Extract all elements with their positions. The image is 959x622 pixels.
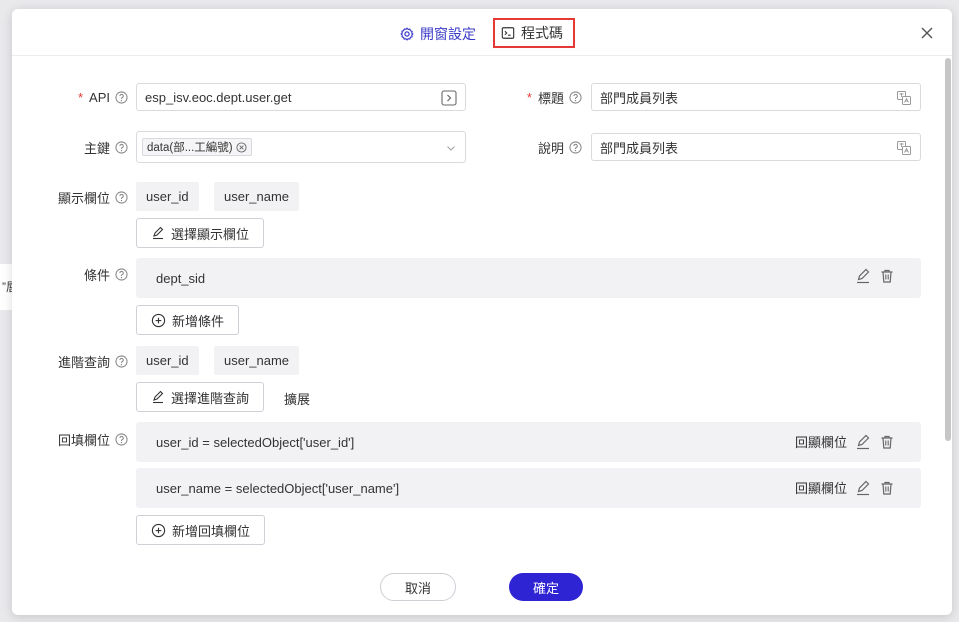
advanced-query-label-text: 進階查詢 <box>57 354 110 370</box>
add-fill-back-label: 新增回填欄位 <box>172 523 251 539</box>
primary-key-label-text: 主鍵 <box>83 140 110 156</box>
select-display-fields-label: 選擇顯示欄位 <box>171 226 250 242</box>
edit-icon <box>153 226 164 240</box>
cancel-button[interactable]: 取消 <box>380 573 456 601</box>
remove-chip-icon[interactable] <box>236 141 247 153</box>
api-input-value: esp_isv.eoc.dept.user.get <box>145 89 292 105</box>
echo-field-tag: 回顯欄位 <box>794 435 847 450</box>
condition-row-actions <box>855 268 895 284</box>
help-icon[interactable] <box>115 267 128 281</box>
tab-window-settings-label: 開窗設定 <box>420 26 476 42</box>
title-label: * 標題 <box>492 87 582 107</box>
edit-icon[interactable] <box>855 268 871 284</box>
plus-circle-icon <box>151 313 166 327</box>
title-input[interactable]: 部門成員列表 <box>591 83 921 111</box>
scrollbar-thumb[interactable] <box>945 58 951 441</box>
select-advanced-query-label: 選擇進階查詢 <box>171 390 250 406</box>
required-mark: * <box>77 89 84 105</box>
echo-field-tag: 回顯欄位 <box>794 481 847 496</box>
advanced-query-tag: user_name <box>214 346 300 375</box>
fill-back-row-text: user_name = selectedObject['user_name'] <box>156 480 400 496</box>
description-input[interactable]: 部門成員列表 <box>591 133 921 161</box>
help-icon[interactable] <box>115 432 128 446</box>
tab-window-settings[interactable]: 開窗設定 <box>400 21 476 47</box>
description-label-text: 說明 <box>537 140 564 156</box>
display-field-tag-text: user_id <box>146 189 189 204</box>
advanced-query-tag-text: user_id <box>146 353 189 368</box>
display-fields-label: 顯示欄位 <box>32 187 128 207</box>
required-mark: * <box>526 89 532 105</box>
add-condition-label: 新增條件 <box>172 313 225 329</box>
api-label: * API <box>52 87 128 107</box>
help-icon[interactable] <box>569 90 582 104</box>
display-field-tag: user_name <box>214 182 300 211</box>
dialog: 開窗設定 程式碼 * API esp_isv.eoc.dept.user.get… <box>12 9 952 615</box>
advanced-query-label: 進階查詢 <box>32 351 128 371</box>
help-icon[interactable] <box>115 354 128 368</box>
fill-back-row: user_id = selectedObject['user_id'] 回顯欄位 <box>136 422 921 462</box>
advanced-query-tag-text: user_name <box>224 353 290 368</box>
fill-back-row-actions: 回顯欄位 <box>795 432 895 451</box>
conditions-label: 條件 <box>52 264 128 284</box>
primary-key-select[interactable]: data(部...工編號) <box>136 131 466 163</box>
api-input[interactable]: esp_isv.eoc.dept.user.get <box>136 83 466 111</box>
plus-circle-icon <box>151 523 166 537</box>
gear-icon <box>400 27 414 41</box>
confirm-button[interactable]: 確定 <box>509 573 583 601</box>
display-field-tag-text: user_name <box>224 189 290 204</box>
trash-icon[interactable] <box>879 480 895 496</box>
help-icon[interactable] <box>115 190 128 204</box>
add-condition-button[interactable]: 新增條件 <box>136 305 240 335</box>
edit-icon[interactable] <box>855 434 871 450</box>
primary-key-chip: data(部...工編號) <box>142 138 252 156</box>
title-input-value: 部門成員列表 <box>600 90 679 106</box>
dialog-body: * API esp_isv.eoc.dept.user.get * 標題 部門成… <box>12 57 942 549</box>
display-field-tag: user_id <box>136 182 199 211</box>
edit-icon[interactable] <box>855 480 871 496</box>
tab-code[interactable]: 程式碼 <box>493 18 575 48</box>
title-label-text: 標題 <box>537 90 564 106</box>
fill-back-row-text: user_id = selectedObject['user_id'] <box>156 434 355 450</box>
conditions-label-text: 條件 <box>83 267 110 283</box>
primary-key-label: 主鍵 <box>52 137 128 157</box>
help-icon[interactable] <box>115 140 128 154</box>
chevron-down-icon <box>447 146 455 151</box>
code-picker-icon[interactable] <box>441 90 457 106</box>
help-icon[interactable] <box>569 140 582 154</box>
help-icon[interactable] <box>115 90 128 104</box>
translate-icon[interactable] <box>896 140 912 156</box>
fill-back-row: user_name = selectedObject['user_name'] … <box>136 468 921 508</box>
dialog-footer: 取消 確定 <box>12 549 952 615</box>
description-input-value: 部門成員列表 <box>600 140 679 156</box>
extend-link[interactable]: 擴展 <box>284 389 310 408</box>
select-display-fields-button[interactable]: 選擇顯示欄位 <box>136 218 265 248</box>
trash-icon[interactable] <box>879 268 895 284</box>
fill-back-label: 回填欄位 <box>32 429 128 449</box>
fill-back-label-text: 回填欄位 <box>57 432 110 448</box>
dialog-header: 開窗設定 程式碼 <box>12 9 952 56</box>
advanced-query-tag: user_id <box>136 346 199 375</box>
description-label: 說明 <box>492 137 582 157</box>
trash-icon[interactable] <box>879 434 895 450</box>
translate-icon[interactable] <box>896 90 912 106</box>
close-icon[interactable] <box>920 26 934 40</box>
condition-row-text: dept_sid <box>156 270 206 286</box>
primary-key-chip-text: data(部...工編號) <box>147 142 233 154</box>
edit-icon <box>153 390 164 404</box>
condition-row: dept_sid <box>136 258 921 298</box>
display-fields-label-text: 顯示欄位 <box>57 190 110 206</box>
fill-back-row-actions: 回顯欄位 <box>795 478 895 497</box>
select-advanced-query-button[interactable]: 選擇進階查詢 <box>136 382 265 412</box>
add-fill-back-button[interactable]: 新增回填欄位 <box>136 515 266 545</box>
api-label-text: API <box>89 89 110 105</box>
tab-code-label: 程式碼 <box>521 25 563 41</box>
terminal-icon <box>501 27 515 39</box>
